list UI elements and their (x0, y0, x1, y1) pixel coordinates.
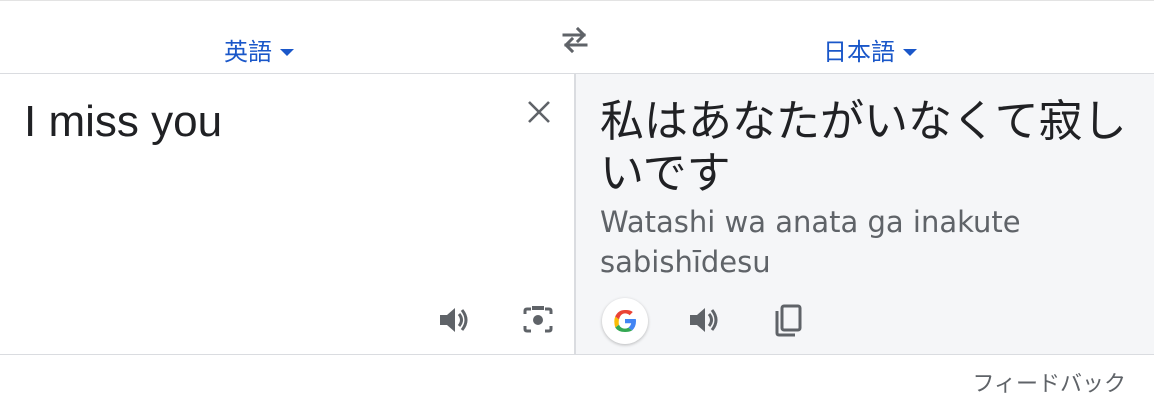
caret-down-icon (280, 48, 294, 56)
source-text-input[interactable]: I miss you (24, 96, 494, 148)
speaker-icon (690, 308, 718, 332)
source-language-label: 英語 (224, 37, 272, 66)
target-panel: 私はあなたがいなくて寂しいです Watashi wa anata ga inak… (576, 74, 1154, 354)
caret-down-icon (903, 48, 917, 56)
google-button[interactable] (602, 298, 648, 344)
close-icon (528, 101, 550, 123)
listen-translation-button[interactable] (684, 300, 724, 340)
swap-languages-button[interactable] (556, 23, 594, 57)
clear-text-button[interactable] (523, 96, 555, 128)
copy-icon (775, 304, 802, 337)
speaker-icon (440, 308, 468, 332)
camera-translate-button[interactable] (518, 300, 558, 340)
translation-panels: I miss you 私はあなたがいなくて寂しいです Watashi wa an… (0, 73, 1154, 355)
source-language-select[interactable]: 英語 (224, 31, 294, 67)
language-bar: 英語 日本語 (0, 0, 1154, 73)
source-panel: I miss you (0, 74, 574, 354)
target-language-label: 日本語 (823, 37, 895, 66)
translation-text: 私はあなたがいなくて寂しいです (600, 96, 1127, 199)
swap-arrows-icon (562, 26, 588, 54)
feedback-link[interactable]: フィードバック (972, 366, 1126, 398)
target-language-select[interactable]: 日本語 (823, 31, 917, 67)
listen-source-button[interactable] (434, 300, 474, 340)
camera-icon (523, 306, 553, 333)
copy-translation-button[interactable] (768, 300, 808, 340)
google-logo-icon (614, 309, 636, 332)
romanization-text: Watashi wa anata ga inakute sabishīdesu (600, 205, 1021, 279)
